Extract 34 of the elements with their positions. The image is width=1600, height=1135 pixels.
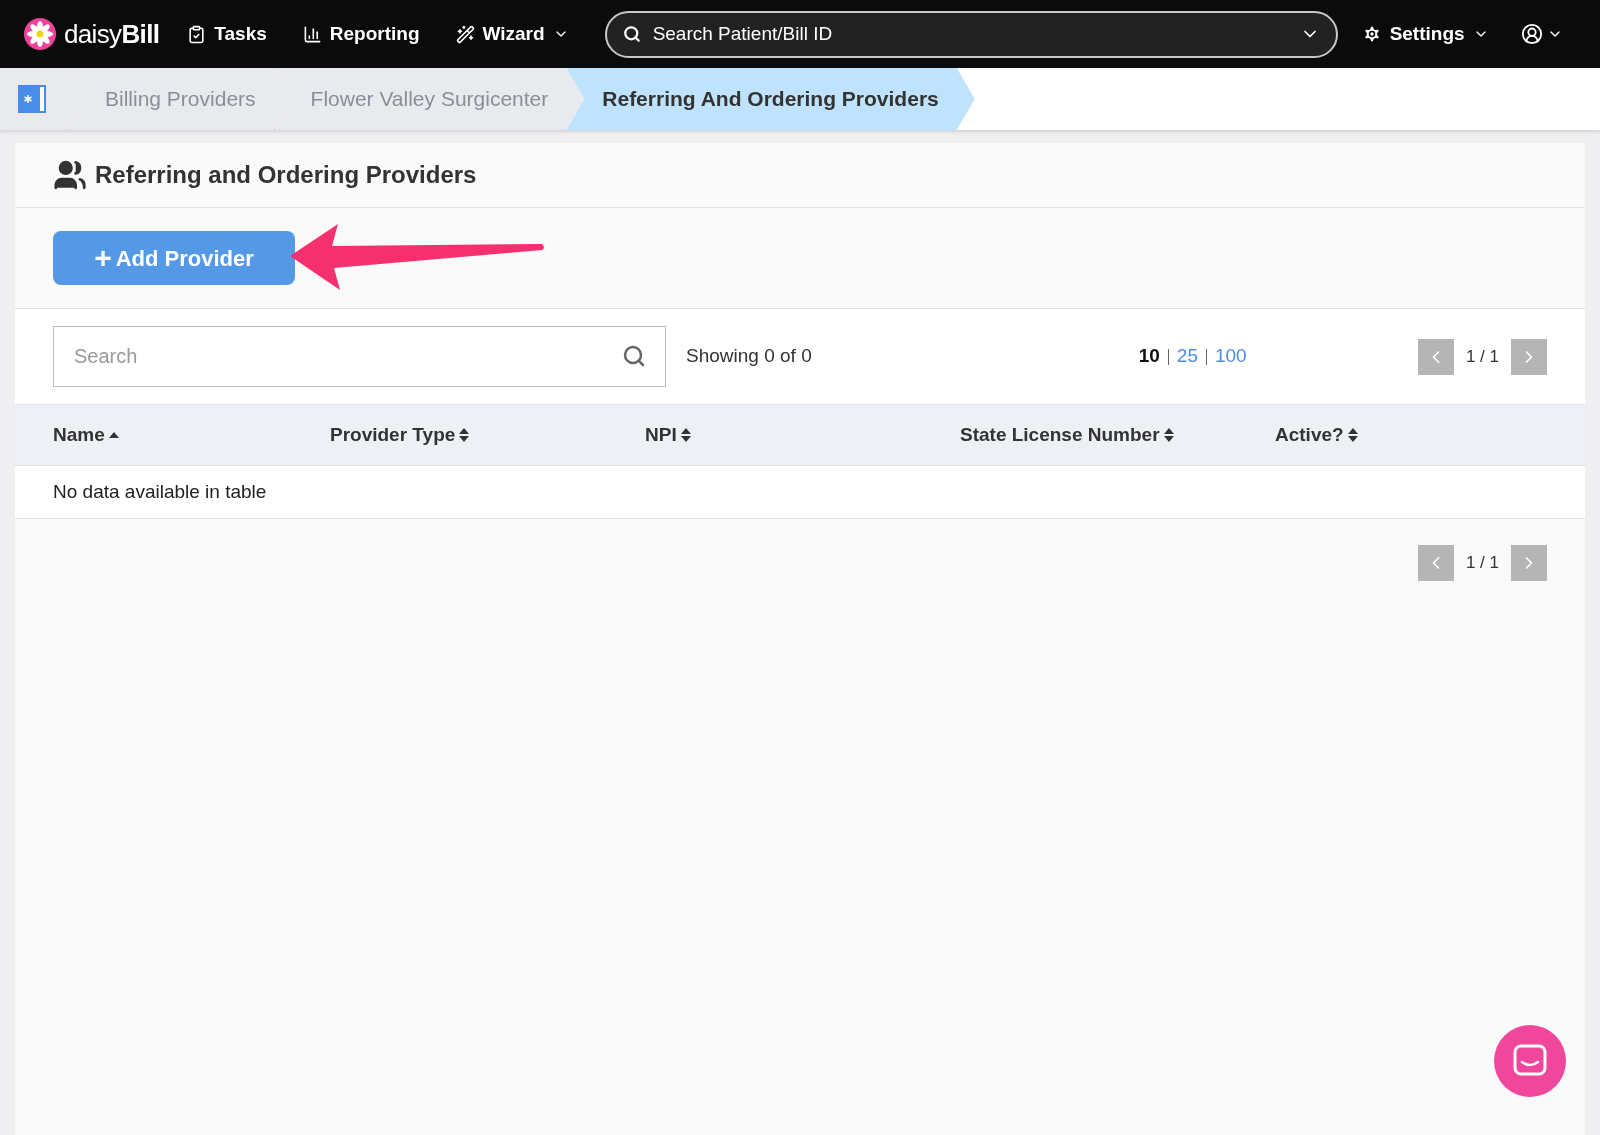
breadcrumb-item[interactable]: Referring And Ordering Providers	[566, 68, 975, 130]
nav-menu-item[interactable]: Wizard	[455, 19, 569, 49]
magic-wand-icon	[455, 24, 475, 44]
page-indicator: 1 / 1	[1465, 552, 1499, 575]
people-icon	[53, 158, 87, 192]
chat-icon	[1513, 1044, 1547, 1078]
previous-page-button[interactable]	[1417, 545, 1454, 581]
next-page-button[interactable]	[1511, 545, 1547, 581]
user-icon	[1520, 23, 1543, 45]
column-header[interactable]: State License Number	[960, 420, 1174, 450]
settings-menu[interactable]: Settings	[1361, 19, 1489, 49]
page-size-option[interactable]: 10	[1138, 342, 1160, 371]
patient-search-input[interactable]: Search Patient/Bill ID	[652, 19, 1288, 49]
flower-logo-icon	[24, 18, 56, 50]
next-page-button[interactable]	[1511, 338, 1547, 375]
search-icon	[622, 25, 641, 43]
page-indicator: 1 / 1	[1465, 345, 1499, 368]
bar-chart-icon	[302, 24, 322, 44]
column-header[interactable]: Name	[53, 420, 119, 450]
search-field[interactable]: Search	[53, 326, 666, 387]
panel-title: Referring and Ordering Providers	[95, 160, 477, 190]
patient-search-field[interactable]: Search Patient/Bill ID	[604, 10, 1338, 58]
previous-page-button[interactable]	[1417, 338, 1454, 375]
search-icon	[622, 344, 646, 368]
column-header[interactable]: NPI	[645, 420, 691, 450]
column-header[interactable]: Provider Type	[330, 420, 470, 450]
empty-table-message: No data available in table	[53, 479, 267, 504]
nav-menu-item[interactable]: Reporting	[302, 19, 420, 49]
nav-menu-item[interactable]: Tasks	[187, 19, 267, 49]
column-header[interactable]: Active?	[1275, 420, 1358, 450]
document-icon[interactable]	[18, 85, 46, 113]
clipboard-check-icon	[187, 24, 207, 44]
showing-count: Showing 0 of 0	[686, 344, 812, 369]
brand-name[interactable]: daisyBill	[64, 14, 160, 54]
